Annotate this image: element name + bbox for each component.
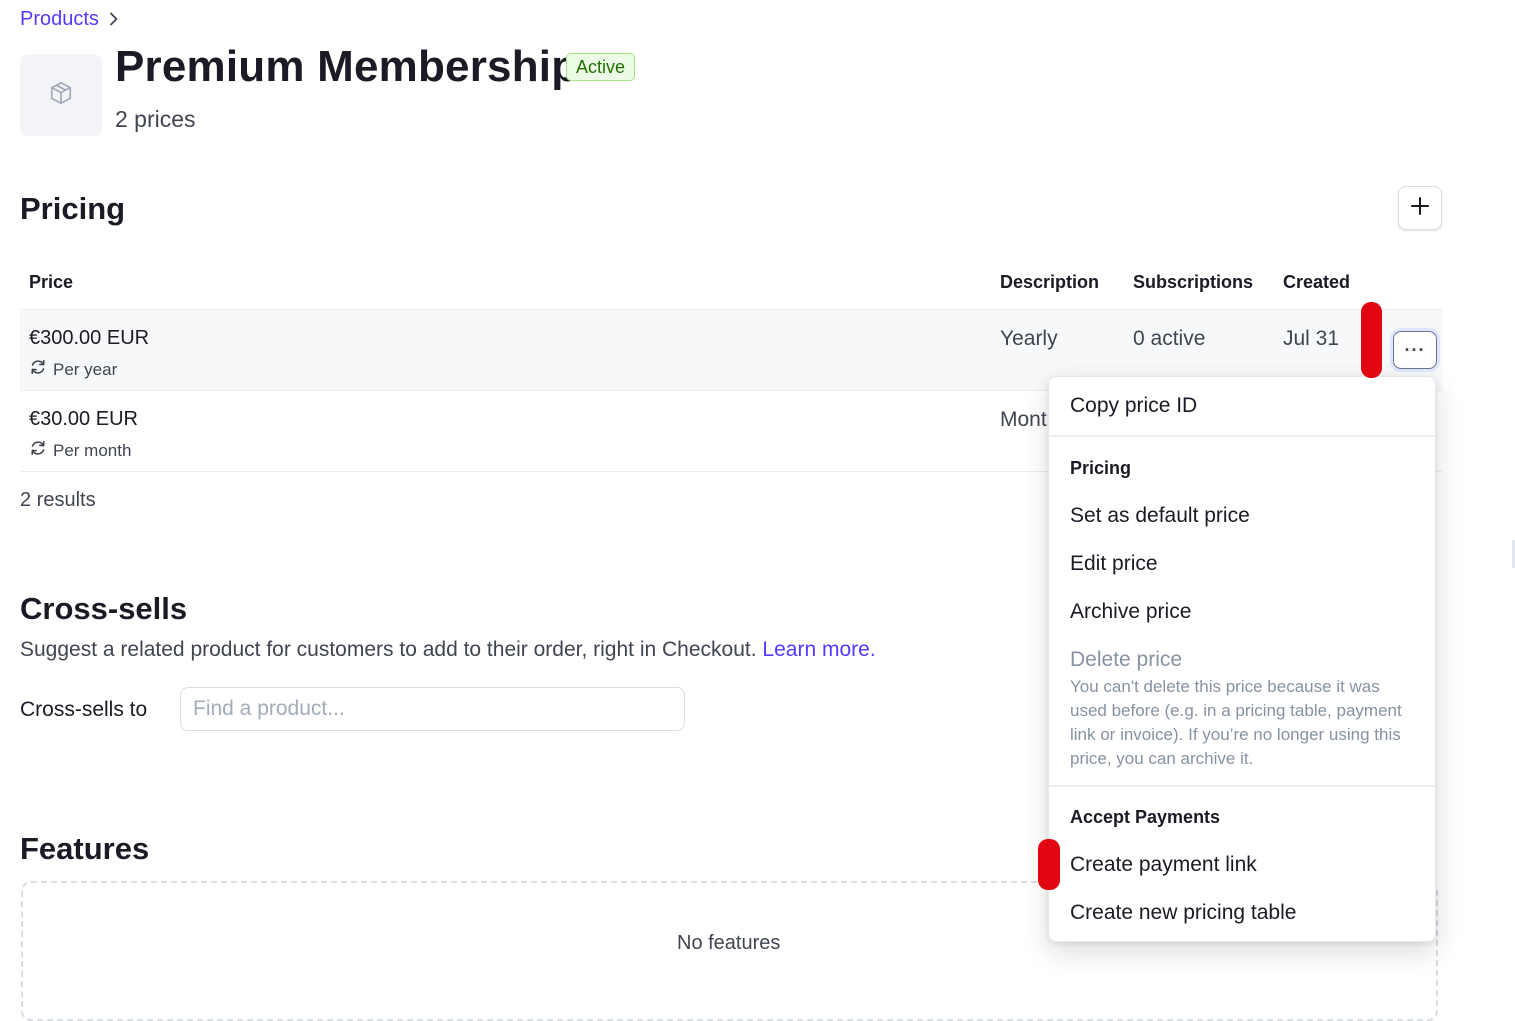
column-header-subscriptions[interactable]: Subscriptions (1133, 272, 1253, 293)
crosssells-description: Suggest a related product for customers … (20, 638, 876, 662)
add-price-button[interactable] (1398, 186, 1442, 230)
breadcrumb: Products (20, 8, 119, 31)
crosssells-description-text: Suggest a related product for customers … (20, 638, 757, 661)
menu-divider (1049, 785, 1435, 787)
crosssells-to-label: Cross-sells to (20, 698, 148, 721)
price-interval-label: Per month (53, 440, 132, 460)
column-header-price[interactable]: Price (29, 272, 73, 293)
page-title: Premium Membership (115, 42, 579, 91)
price-created: Jul 31 (1283, 327, 1340, 350)
menu-item-edit-price[interactable]: Edit price (1070, 552, 1158, 576)
product-thumbnail (20, 54, 102, 136)
recurring-icon (29, 358, 47, 381)
more-horizontal-icon: ··· (1404, 339, 1426, 360)
column-header-description[interactable]: Description (1000, 272, 1099, 293)
menu-item-archive-price[interactable]: Archive price (1070, 600, 1191, 624)
price-interval: Per month (29, 439, 131, 462)
price-amount: €300.00 EUR (29, 327, 150, 349)
status-badge: Active (566, 53, 636, 81)
learn-more-period: . (869, 638, 876, 661)
menu-heading-pricing: Pricing (1070, 458, 1132, 478)
menu-divider (1049, 435, 1435, 437)
menu-item-create-pricing-table[interactable]: Create new pricing table (1070, 901, 1296, 925)
menu-item-copy-price-id[interactable]: Copy price ID (1070, 394, 1197, 418)
price-interval: Per year (29, 358, 117, 381)
no-features-text: No features (677, 932, 781, 954)
crosssells-section-title: Cross-sells (20, 591, 188, 626)
price-count: 2 prices (115, 106, 196, 132)
red-annotation-mark (1038, 839, 1060, 890)
price-amount: €30.00 EUR (29, 408, 138, 430)
menu-item-create-payment-link[interactable]: Create payment link (1070, 853, 1257, 877)
price-interval-label: Per year (53, 359, 118, 379)
plus-icon (1411, 196, 1429, 220)
price-actions-menu: Copy price ID Pricing Set as default pri… (1048, 376, 1436, 942)
delete-price-note: You can't delete this price because it w… (1070, 677, 1402, 768)
breadcrumb-products-link[interactable]: Products (20, 8, 99, 31)
find-product-input[interactable] (180, 687, 685, 731)
price-description: Mont (1000, 408, 1047, 431)
menu-item-set-default-price[interactable]: Set as default price (1070, 504, 1250, 528)
chevron-right-icon (109, 11, 119, 29)
red-annotation-mark (1361, 302, 1382, 378)
column-header-created[interactable]: Created (1283, 272, 1350, 293)
menu-item-delete-price: Delete price (1070, 648, 1183, 671)
features-section-title: Features (20, 831, 150, 866)
row-actions-button[interactable]: ··· (1393, 331, 1437, 369)
pricing-section-title: Pricing (20, 191, 126, 226)
menu-heading-accept-payments: Accept Payments (1070, 807, 1221, 827)
learn-more-link[interactable]: Learn more (762, 638, 869, 661)
results-count: 2 results (20, 489, 96, 511)
recurring-icon (29, 439, 47, 462)
price-subscriptions: 0 active (1133, 327, 1206, 350)
price-description: Yearly (1000, 327, 1058, 350)
box-icon (48, 80, 74, 111)
